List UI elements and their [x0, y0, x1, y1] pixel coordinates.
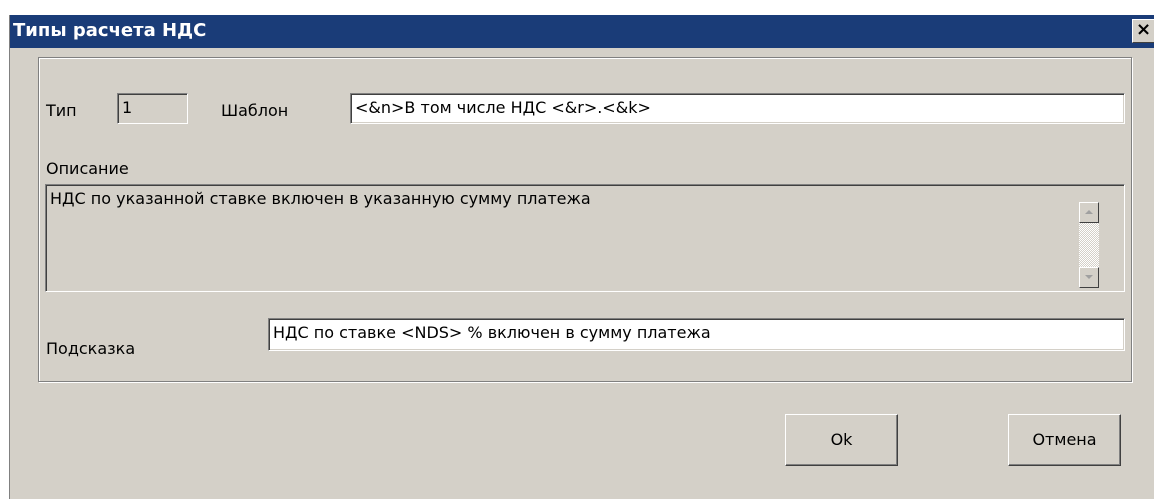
template-input[interactable]: <&n>В том числе НДС <&r>.<&k> [350, 93, 1125, 124]
template-label: Шаблон [221, 101, 289, 120]
hint-label: Подсказка [46, 339, 136, 358]
ok-button[interactable]: Ok [785, 414, 898, 466]
title-bar[interactable]: Типы расчета НДС × [10, 15, 1154, 48]
window-title: Типы расчета НДС [13, 20, 207, 41]
arrow-up-icon [1085, 210, 1093, 214]
description-label: Описание [46, 159, 129, 178]
scroll-up-button[interactable] [1079, 202, 1099, 223]
dialog-window: Типы расчета НДС × Тип 1 Шаблон <&n>В то… [9, 15, 1154, 499]
type-label: Тип [46, 101, 77, 120]
scroll-down-button[interactable] [1079, 267, 1099, 288]
close-icon: × [1135, 19, 1152, 40]
arrow-down-icon [1085, 275, 1093, 279]
hint-input[interactable]: НДС по ставке <NDS> % включен в сумму пл… [268, 318, 1125, 351]
description-text: НДС по указанной ставке включен в указан… [50, 189, 591, 208]
cancel-button[interactable]: Отмена [1008, 414, 1121, 466]
type-field: 1 [117, 93, 188, 124]
description-scrollbar[interactable] [1079, 202, 1099, 288]
description-textarea[interactable]: НДС по указанной ставке включен в указан… [45, 184, 1125, 292]
close-button[interactable]: × [1132, 19, 1154, 43]
